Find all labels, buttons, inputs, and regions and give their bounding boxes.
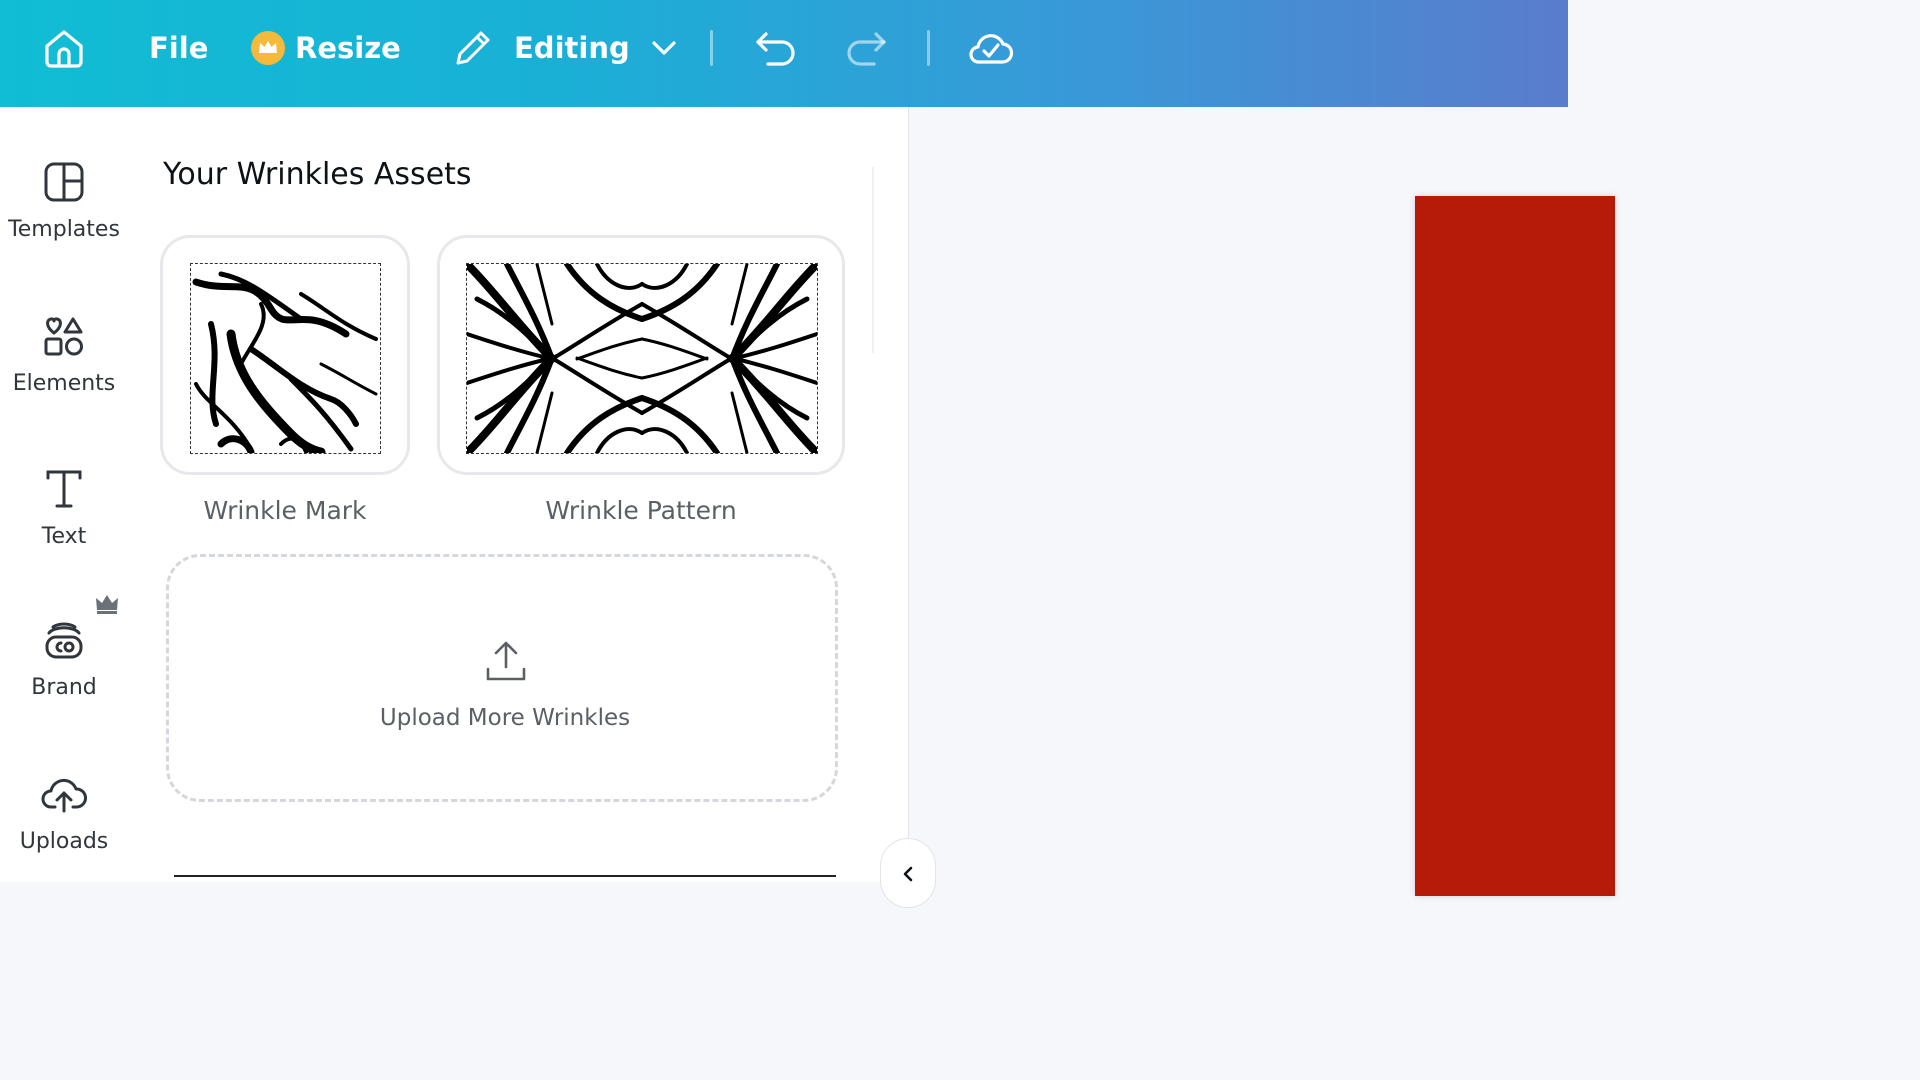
elements-icon (44, 317, 83, 356)
sidebar-item-text[interactable]: Text (0, 468, 128, 549)
redo-button[interactable] (844, 0, 888, 96)
asset-label: Wrinkle Mark (203, 496, 367, 525)
collapse-panel-button[interactable] (880, 838, 936, 908)
side-navigation: Templates Elements Text Brand Uploads (0, 107, 128, 882)
uploads-icon (41, 778, 87, 813)
assets-panel: Your Wrinkles Assets Wrinkle Mark Wrinkl… (128, 107, 909, 882)
design-canvas-area (909, 107, 1615, 896)
brand-icon (45, 622, 83, 659)
cloud-check-icon (969, 34, 1014, 64)
sidebar-item-label: Uploads (19, 829, 109, 854)
toolbar-divider (710, 30, 713, 66)
sidebar-item-label: Text (41, 524, 87, 549)
upload-icon (486, 641, 526, 681)
wrinkle-mark-image (192, 271, 378, 453)
editing-label: Editing (514, 31, 630, 65)
redo-icon (847, 32, 886, 66)
home-icon (45, 30, 83, 68)
wrinkle-pattern-thumbnail (466, 263, 818, 454)
crown-icon (96, 595, 118, 614)
sidebar-item-brand[interactable]: Brand (0, 595, 128, 700)
home-button[interactable] (42, 0, 86, 96)
file-menu[interactable]: File (149, 0, 208, 96)
asset-label: Wrinkle Pattern (545, 496, 737, 525)
panel-title: Your Wrinkles Assets (163, 157, 472, 192)
asset-card-wrinkle-pattern[interactable] (437, 235, 845, 475)
undo-icon (756, 32, 795, 66)
asset-card-wrinkle-mark[interactable] (160, 235, 410, 475)
sidebar-item-uploads[interactable]: Uploads (0, 773, 128, 854)
resize-button[interactable]: Resize (250, 0, 401, 96)
chevron-down-icon (652, 41, 676, 55)
upload-more-dropzone[interactable]: Upload More Wrinkles (166, 554, 838, 802)
wrinkle-mark-thumbnail (190, 263, 381, 454)
text-icon (46, 470, 82, 508)
resize-label: Resize (295, 31, 401, 65)
sidebar-item-label: Elements (12, 371, 116, 396)
upload-more-label: Upload More Wrinkles (379, 705, 631, 731)
sidebar-item-label: Brand (31, 675, 97, 700)
undo-button[interactable] (754, 0, 798, 96)
pencil-icon (456, 31, 490, 65)
sidebar-item-templates[interactable]: Templates (0, 161, 128, 242)
save-status-button[interactable] (966, 0, 1014, 96)
file-menu-label: File (149, 31, 209, 65)
chevron-left-icon (903, 866, 913, 882)
top-toolbar: File Resize Editing (0, 0, 1568, 107)
panel-divider (174, 875, 836, 877)
crown-icon (251, 31, 285, 65)
editing-mode-dropdown[interactable]: Editing (452, 0, 678, 96)
design-page[interactable] (1415, 196, 1615, 896)
panel-scrollbar[interactable] (872, 167, 874, 353)
toolbar-divider (927, 30, 930, 66)
sidebar-item-label: Templates (8, 217, 120, 242)
sidebar-item-elements[interactable]: Elements (0, 315, 128, 396)
wrinkle-pattern-image (467, 264, 817, 453)
templates-icon (44, 162, 84, 202)
